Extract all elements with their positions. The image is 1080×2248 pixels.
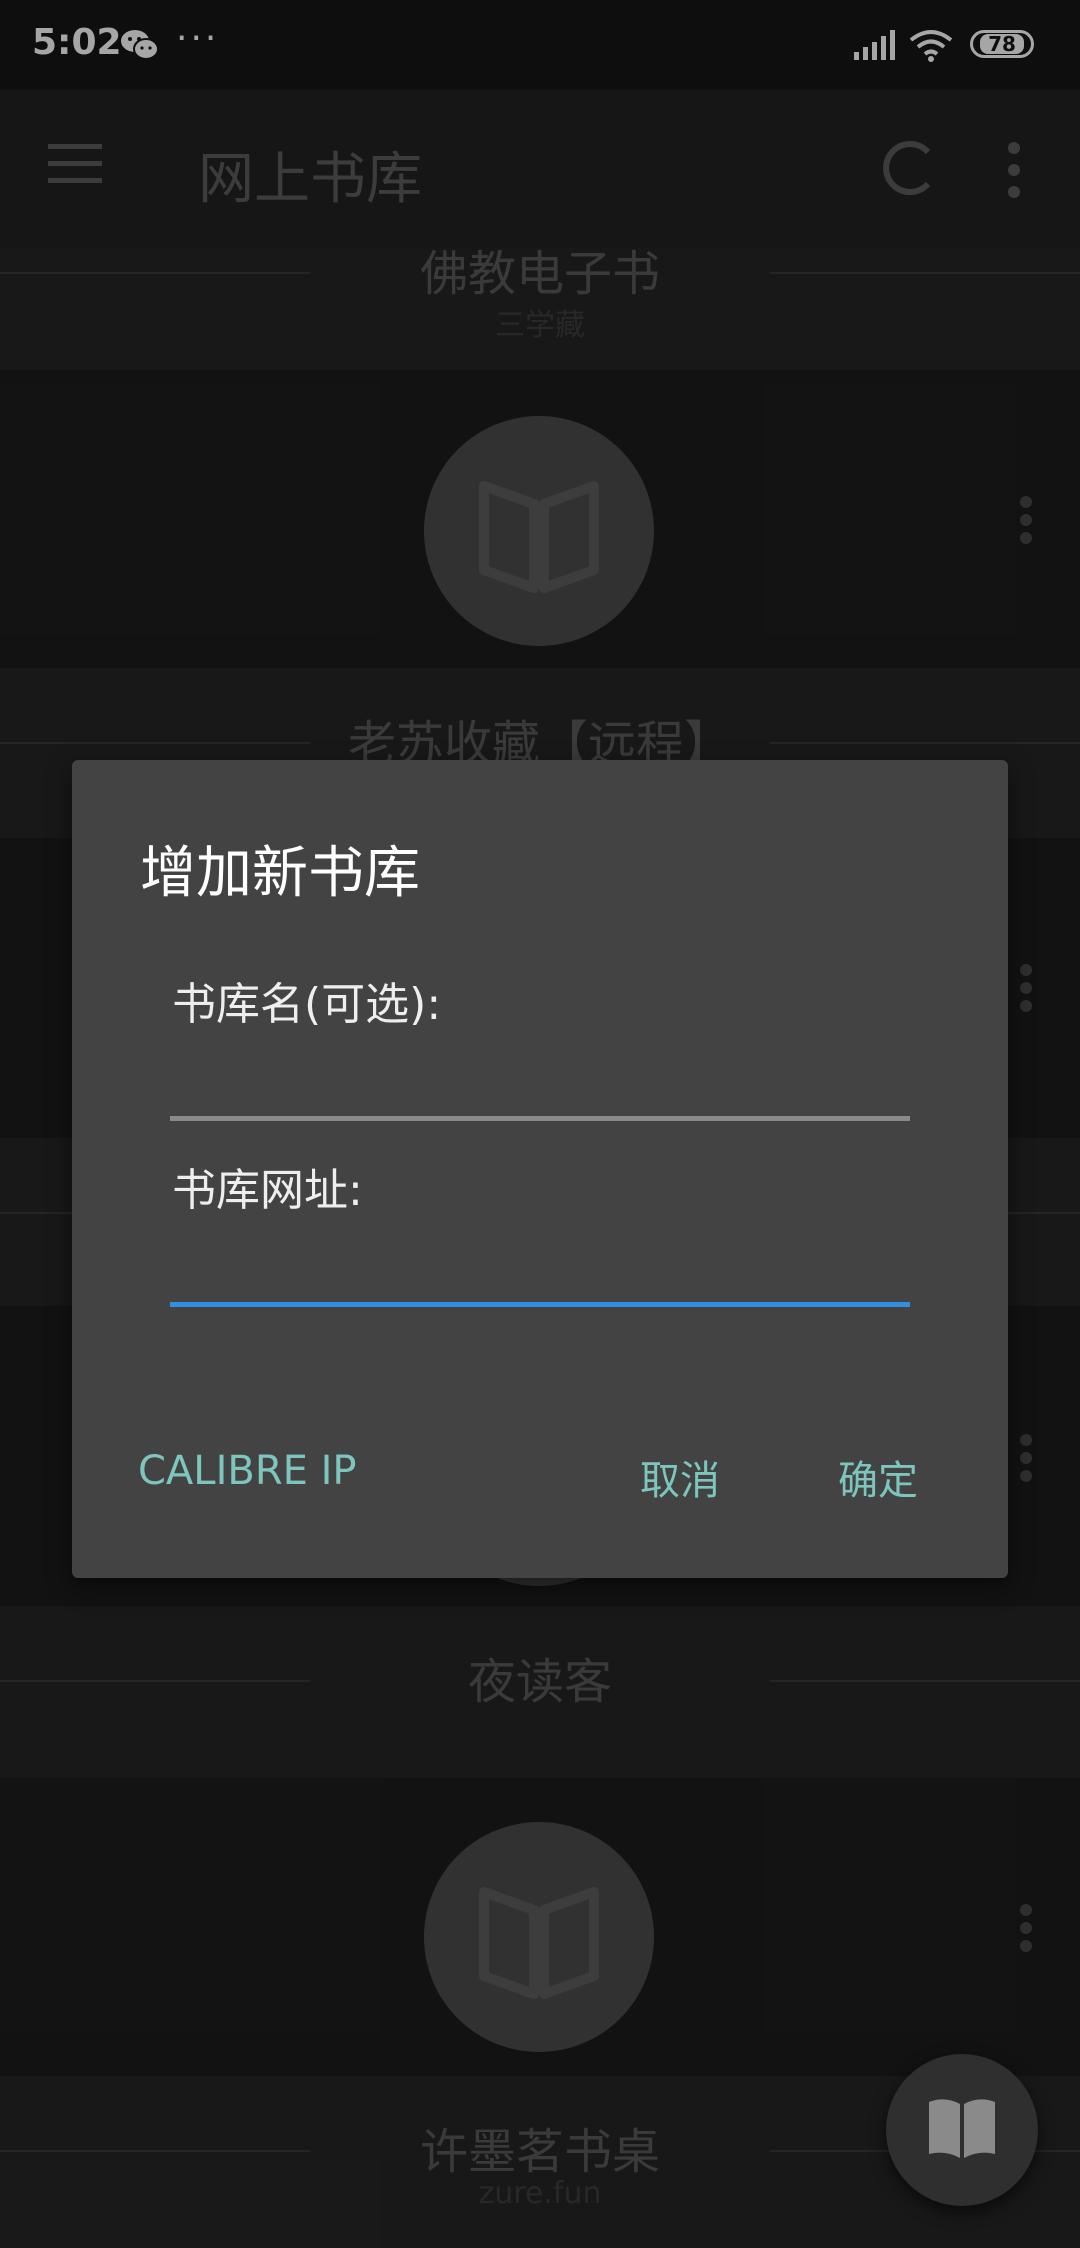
- open-book-fab[interactable]: [886, 2054, 1038, 2206]
- library-url-input[interactable]: [170, 1236, 910, 1296]
- add-library-dialog: 增加新书库 书库名(可选): 书库网址: CALIBRE IP 取消 确定: [72, 760, 1008, 1578]
- screen: 5:02 ··· 78 网上书库 佛教电子书 三学藏 老苏收藏【远程】 夜读客 …: [0, 0, 1080, 2248]
- library-url-label: 书库网址:: [172, 1165, 363, 1216]
- library-name-underline: [170, 1116, 910, 1121]
- library-url-underline: [170, 1302, 910, 1307]
- open-book-icon: [927, 2096, 997, 2164]
- cancel-button[interactable]: 取消: [640, 1448, 720, 1506]
- calibre-ip-button[interactable]: CALIBRE IP: [138, 1448, 357, 1494]
- dialog-title: 增加新书库: [140, 841, 420, 906]
- library-name-label: 书库名(可选):: [172, 979, 442, 1030]
- ok-button[interactable]: 确定: [838, 1448, 918, 1506]
- library-name-input[interactable]: [170, 1050, 910, 1110]
